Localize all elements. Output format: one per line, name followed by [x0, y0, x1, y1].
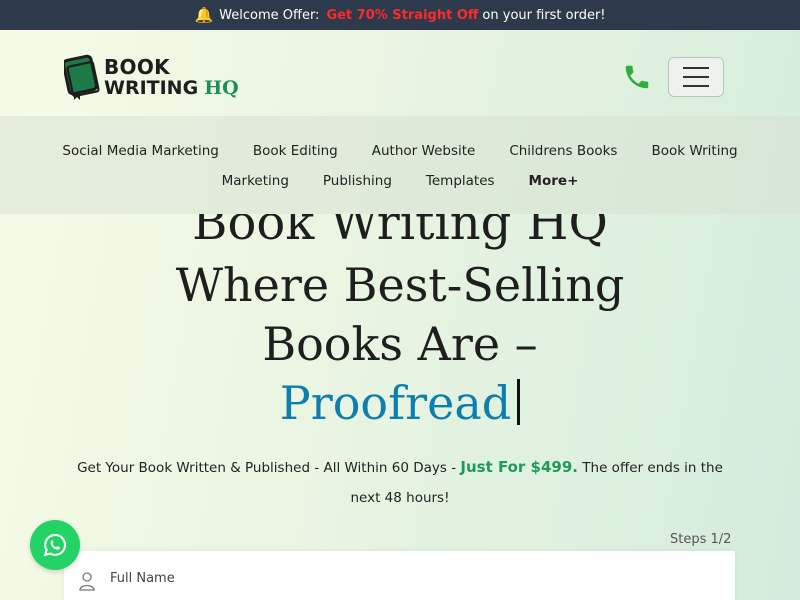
typing-cursor: [517, 379, 521, 425]
lead-form: [64, 551, 735, 600]
hamburger-icon: [683, 67, 709, 69]
hero-subtext: Get Your Book Written & Published - All …: [64, 452, 736, 513]
phone-icon: [625, 65, 649, 89]
phone-button[interactable]: [622, 62, 652, 92]
hero-cut-text: Book Writing HQ: [192, 214, 608, 251]
subtext-price: Just For $499.: [460, 458, 578, 476]
hero-line-1: Where Best-Selling: [175, 258, 625, 312]
nav-row-2: Marketing Publishing Templates More+: [0, 173, 800, 189]
offer-highlight: Get 70% Straight Off: [326, 7, 479, 23]
offer-prefix: Welcome Offer:: [219, 7, 320, 23]
full-name-input[interactable]: [110, 567, 710, 589]
hero-rotating-word: Proofread: [279, 376, 512, 430]
logo-line-writing: WRITING: [104, 76, 199, 99]
nav-templates[interactable]: Templates: [426, 173, 495, 189]
logo-line-book: BOOK: [104, 54, 170, 79]
hero-headline: Where Best-Selling Books Are – Proofread: [0, 256, 800, 433]
nav-marketing[interactable]: Marketing: [222, 173, 289, 189]
hero-line-2: Books Are –: [262, 317, 538, 371]
offer-suffix: on your first order!: [482, 7, 606, 23]
nav-book-editing[interactable]: Book Editing: [253, 143, 338, 159]
hero-cut-line: Book Writing HQ: [0, 214, 800, 254]
welcome-offer-bar: 🔔 Welcome Offer: Get 70% Straight Off on…: [0, 0, 800, 30]
logo-hq: HQ: [204, 76, 239, 99]
nav-book-writing[interactable]: Book Writing: [651, 143, 737, 159]
whatsapp-button[interactable]: [30, 520, 80, 570]
nav-childrens-books[interactable]: Childrens Books: [509, 143, 617, 159]
subtext-before: Get Your Book Written & Published - All …: [77, 460, 457, 476]
book-icon: [64, 54, 100, 100]
bell-icon: 🔔: [194, 6, 214, 24]
nav-more[interactable]: More+: [529, 173, 579, 189]
site-logo[interactable]: BOOK WRITING HQ: [64, 54, 239, 100]
person-icon: [79, 572, 95, 591]
nav-author-website[interactable]: Author Website: [372, 143, 476, 159]
menu-toggle-button[interactable]: [668, 57, 724, 97]
nav-publishing[interactable]: Publishing: [323, 173, 392, 189]
site-header: BOOK WRITING HQ: [0, 30, 800, 116]
main-nav: Social Media Marketing Book Editing Auth…: [0, 116, 800, 214]
nav-row-1: Social Media Marketing Book Editing Auth…: [0, 143, 800, 159]
nav-social-media-marketing[interactable]: Social Media Marketing: [62, 143, 218, 159]
form-steps-indicator: Steps 1/2: [670, 532, 732, 547]
whatsapp-icon: [43, 533, 67, 557]
